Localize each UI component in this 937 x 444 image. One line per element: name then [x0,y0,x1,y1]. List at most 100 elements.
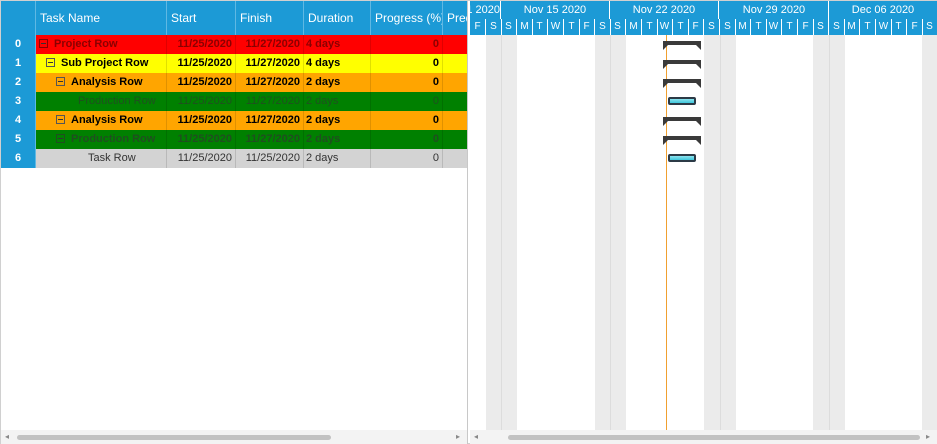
timeline-day-label: T [891,19,907,35]
collapse-minus-icon[interactable] [39,39,48,48]
chart-body [470,35,937,430]
task-name-cell: Production Row [36,130,167,149]
row-index[interactable]: 4 [1,111,36,130]
table-row[interactable]: 2 Analysis Row 11/25/2020 11/27/2020 2 days 0 [1,73,467,92]
scroll-left-arrow-icon[interactable]: ◂ [474,432,478,441]
timeline-day-label: W [657,19,673,35]
task-bar[interactable] [668,154,696,162]
timeline-day-label: W [876,19,892,35]
start-date-cell: 11/25/2020 [167,149,236,168]
timeline-day-label: W [548,19,564,35]
duration-cell: 2 days [304,92,371,111]
table-row[interactable]: 4 Analysis Row 11/25/2020 11/27/2020 2 days 0 [1,111,467,130]
task-bar[interactable] [668,97,696,105]
predecessors-cell [443,130,467,149]
grid-horizontal-scrollbar[interactable]: ◂ ▸ [1,430,467,444]
column-header-name[interactable]: Task Name [36,1,167,35]
timeline-day-label: T [673,19,689,35]
collapse-minus-icon[interactable] [56,134,65,143]
today-line [666,35,667,430]
summary-bar[interactable] [663,79,701,89]
weekend-shading [829,35,845,430]
summary-bar[interactable] [663,60,701,70]
week-gridline [610,35,611,430]
finish-date-cell: 11/27/2020 [236,73,304,92]
task-name-cell: Analysis Row [36,111,167,130]
timeline-week-label: Dec 06 2020 [829,1,937,19]
gantt-chart: 11 2020Nov 15 2020Nov 22 2020Nov 29 2020… [470,1,937,444]
timeline-day-label: S [720,19,736,35]
timeline-day-label: S [829,19,845,35]
column-header-predecessors[interactable]: Pred [443,1,467,35]
timeline-week-label: Nov 29 2020 [720,1,829,19]
timeline-day-label: S [610,19,626,35]
task-name: Analysis Row [71,76,143,88]
start-date-cell: 11/25/2020 [167,111,236,130]
timeline-day-label: S [813,19,829,35]
timeline-day-label: M [735,19,751,35]
column-header-start[interactable]: Start [167,1,236,35]
scroll-left-arrow-icon[interactable]: ◂ [5,432,9,441]
collapse-minus-icon[interactable] [56,77,65,86]
timeline-day-label: S [501,19,517,35]
predecessors-cell [443,73,467,92]
duration-cell: 2 days [304,73,371,92]
weekend-shading [595,35,611,430]
row-index[interactable]: 1 [1,54,36,73]
scroll-right-arrow-icon[interactable]: ▸ [456,432,460,441]
week-gridline [829,35,830,430]
column-header-index[interactable] [1,1,36,35]
row-index[interactable]: 2 [1,73,36,92]
finish-date-cell: 11/27/2020 [236,130,304,149]
finish-date-cell: 11/27/2020 [236,111,304,130]
summary-bar[interactable] [663,136,701,146]
duration-cell: 2 days [304,130,371,149]
row-index[interactable]: 6 [1,149,36,168]
scroll-right-arrow-icon[interactable]: ▸ [926,432,930,441]
timeline-day-label: F [579,19,595,35]
collapse-minus-icon[interactable] [46,58,55,67]
start-date-cell: 11/25/2020 [167,73,236,92]
timeline-day-label: T [751,19,767,35]
row-index[interactable]: 3 [1,92,36,111]
week-gridline [720,35,721,430]
row-index[interactable]: 0 [1,35,36,54]
table-row[interactable]: 0 Project Row 11/25/2020 11/27/2020 4 days 0 [1,35,467,54]
task-name-cell: Production Row [36,92,167,111]
timeline-day-label: M [844,19,860,35]
chart-horizontal-scrollbar[interactable]: ◂ ▸ [470,430,937,444]
timeline-day-label: T [564,19,580,35]
column-header-progress[interactable]: Progress (%) [371,1,443,35]
timeline-week-label: 11 2020 [470,1,501,19]
table-row[interactable]: 6 Task Row 11/25/2020 11/25/2020 2 days 0 [1,149,467,168]
summary-bar[interactable] [663,117,701,127]
timeline-day-label: T [860,19,876,35]
table-row[interactable]: 1 Sub Project Row 11/25/2020 11/27/2020 4 da… [1,54,467,73]
weekend-shading [922,35,937,430]
row-index[interactable]: 5 [1,130,36,149]
weekend-shading [501,35,517,430]
column-header-finish[interactable]: Finish [236,1,304,35]
column-header-duration[interactable]: Duration [304,1,371,35]
progress-cell: 0 [371,92,443,111]
timeline-day-label: F [907,19,923,35]
duration-cell: 2 days [304,111,371,130]
timeline-week-header: 11 2020Nov 15 2020Nov 22 2020Nov 29 2020… [470,1,937,19]
grid-scroll-thumb[interactable] [17,435,331,440]
progress-cell: 0 [371,54,443,73]
chart-scroll-thumb[interactable] [508,435,920,440]
summary-bar[interactable] [663,41,701,51]
table-row[interactable]: 3 Production Row 11/25/2020 11/27/2020 2 day… [1,92,467,111]
task-name: Analysis Row [71,114,143,126]
finish-date-cell: 11/27/2020 [236,35,304,54]
timeline-day-label: M [626,19,642,35]
task-name: Sub Project Row [61,57,149,69]
task-name-cell: Sub Project Row [36,54,167,73]
timeline-day-label: F [798,19,814,35]
timeline-week-label: Nov 22 2020 [610,1,719,19]
timeline-day-label: S [595,19,611,35]
task-name-cell: Analysis Row [36,73,167,92]
collapse-minus-icon[interactable] [56,115,65,124]
timeline-day-label: T [532,19,548,35]
table-row[interactable]: 5 Production Row 11/25/2020 11/27/2020 2 day… [1,130,467,149]
